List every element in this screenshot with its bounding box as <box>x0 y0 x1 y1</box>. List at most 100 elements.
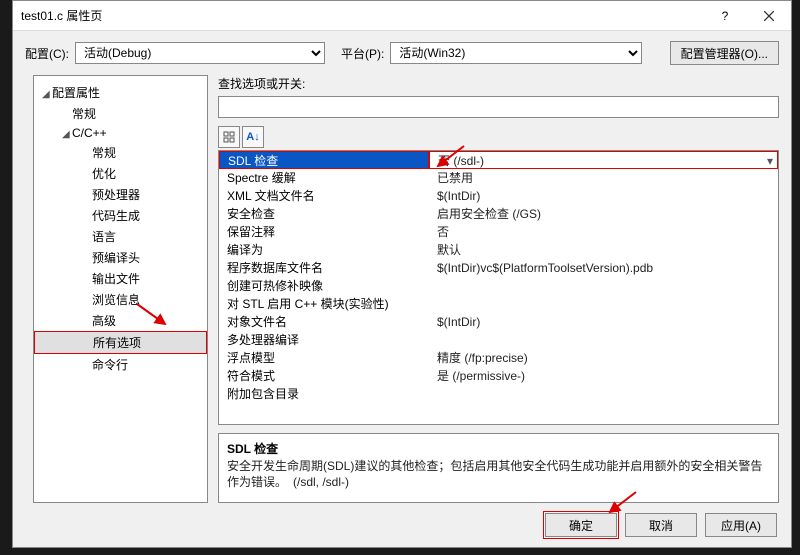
property-name: 程序数据库文件名 <box>219 259 429 277</box>
tree-node-label: 代码生成 <box>92 209 140 223</box>
platform-label: 平台(P): <box>341 45 384 62</box>
property-name: 多处理器编译 <box>219 331 429 349</box>
tree-node-label: 优化 <box>92 167 116 181</box>
property-value[interactable] <box>429 277 778 295</box>
property-name: 保留注释 <box>219 223 429 241</box>
tree-node-label: 所有选项 <box>93 336 141 350</box>
tree-node-label: 预处理器 <box>92 188 140 202</box>
property-row[interactable]: 对象文件名$(IntDir) <box>219 313 778 331</box>
tree-twisty-icon: ◢ <box>42 89 52 100</box>
tree-node[interactable]: 命令行 <box>34 354 207 375</box>
tree-node-label: 语言 <box>92 230 116 244</box>
tree-node[interactable]: 优化 <box>34 163 207 184</box>
property-row[interactable]: 安全检查启用安全检查 (/GS) <box>219 205 778 223</box>
property-row[interactable]: XML 文档文件名$(IntDir) <box>219 187 778 205</box>
description-panel: SDL 检查 安全开发生命周期(SDL)建议的其他检查；包括启用其他安全代码生成… <box>218 433 779 503</box>
tree-node[interactable]: 代码生成 <box>34 205 207 226</box>
property-name: 附加包含目录 <box>219 385 429 403</box>
property-name: 对 STL 启用 C++ 模块(实验性) <box>219 295 429 313</box>
property-row[interactable]: 编译为默认 <box>219 241 778 259</box>
property-row[interactable]: 程序数据库文件名$(IntDir)vc$(PlatformToolsetVers… <box>219 259 778 277</box>
property-value[interactable]: 是 (/permissive-) <box>429 367 778 385</box>
platform-select[interactable]: 活动(Win32) <box>390 42 642 64</box>
config-manager-button[interactable]: 配置管理器(O)... <box>670 41 779 65</box>
property-page-dialog: test01.c 属性页 ? 配置(C): 活动(Debug) 平台(P): 活… <box>12 0 792 548</box>
tree-node-label: 输出文件 <box>92 272 140 286</box>
tree-node[interactable]: 高级 <box>34 310 207 331</box>
property-value[interactable]: 否 (/sdl-) <box>429 151 778 169</box>
property-value[interactable]: 精度 (/fp:precise) <box>429 349 778 367</box>
categorized-view-button[interactable] <box>218 126 240 148</box>
property-value[interactable]: $(IntDir) <box>429 187 778 205</box>
config-select[interactable]: 活动(Debug) <box>75 42 325 64</box>
dialog-body: ◢配置属性常规◢C/C++常规优化预处理器代码生成语言预编译头输出文件浏览信息高… <box>13 75 791 503</box>
description-title: SDL 检查 <box>227 440 770 457</box>
property-row[interactable]: 对 STL 启用 C++ 模块(实验性) <box>219 295 778 313</box>
property-name: Spectre 缓解 <box>219 169 429 187</box>
config-toolbar: 配置(C): 活动(Debug) 平台(P): 活动(Win32) 配置管理器(… <box>13 31 791 75</box>
property-name: XML 文档文件名 <box>219 187 429 205</box>
help-button[interactable]: ? <box>703 1 747 31</box>
property-value[interactable]: 启用安全检查 (/GS) <box>429 205 778 223</box>
property-value[interactable]: 否 <box>429 223 778 241</box>
tree-node[interactable]: 浏览信息 <box>34 289 207 310</box>
tree-node[interactable]: 预编译头 <box>34 247 207 268</box>
categorized-icon <box>223 131 235 143</box>
property-row[interactable]: Spectre 缓解已禁用 <box>219 169 778 187</box>
property-value[interactable]: $(IntDir)vc$(PlatformToolsetVersion).pdb <box>429 259 778 277</box>
property-value[interactable]: 已禁用 <box>429 169 778 187</box>
ok-button[interactable]: 确定 <box>545 513 617 537</box>
cancel-button[interactable]: 取消 <box>625 513 697 537</box>
right-pane: 查找选项或开关: A↓ SDL 检查否 (/sdl-)Spectre 缓解已禁用… <box>218 75 779 503</box>
view-buttons: A↓ <box>218 126 779 148</box>
tree-node-label: 配置属性 <box>52 86 100 100</box>
property-row[interactable]: 保留注释否 <box>219 223 778 241</box>
tree-node-label: 命令行 <box>92 358 128 372</box>
property-name: 安全检查 <box>219 205 429 223</box>
tree-node[interactable]: 常规 <box>34 103 207 124</box>
property-grid: SDL 检查否 (/sdl-)Spectre 缓解已禁用XML 文档文件名$(I… <box>218 150 779 425</box>
tree-node[interactable]: ◢C/C++ <box>34 124 207 142</box>
tree-node-label: 预编译头 <box>92 251 140 265</box>
config-label: 配置(C): <box>25 45 69 62</box>
tree-node-label: 高级 <box>92 314 116 328</box>
tree-node[interactable]: 预处理器 <box>34 184 207 205</box>
alphabetical-view-button[interactable]: A↓ <box>242 126 264 148</box>
property-value[interactable]: $(IntDir) <box>429 313 778 331</box>
tree-node-label: 常规 <box>72 107 96 121</box>
property-row[interactable]: 附加包含目录 <box>219 385 778 403</box>
tree-node[interactable]: 常规 <box>34 142 207 163</box>
titlebar: test01.c 属性页 ? <box>13 1 791 31</box>
property-row[interactable]: 浮点模型精度 (/fp:precise) <box>219 349 778 367</box>
close-button[interactable] <box>747 1 791 31</box>
property-name: 创建可热修补映像 <box>219 277 429 295</box>
property-row[interactable]: 符合模式是 (/permissive-) <box>219 367 778 385</box>
property-value[interactable] <box>429 331 778 349</box>
tree-node[interactable]: ◢配置属性 <box>34 82 207 103</box>
property-value[interactable]: 默认 <box>429 241 778 259</box>
tree-node[interactable]: 输出文件 <box>34 268 207 289</box>
description-body: 安全开发生命周期(SDL)建议的其他检查；包括启用其他安全代码生成功能并启用额外… <box>227 459 770 490</box>
tree-node-label: C/C++ <box>72 126 107 140</box>
property-grid-scroll[interactable]: SDL 检查否 (/sdl-)Spectre 缓解已禁用XML 文档文件名$(I… <box>219 151 778 424</box>
search-label: 查找选项或开关: <box>218 75 305 92</box>
property-name: 浮点模型 <box>219 349 429 367</box>
tree-node-label: 浏览信息 <box>92 293 140 307</box>
dialog-footer: 确定 取消 应用(A) <box>13 503 791 547</box>
window-title: test01.c 属性页 <box>21 7 703 24</box>
tree-node[interactable]: 语言 <box>34 226 207 247</box>
tree-node[interactable]: 所有选项 <box>34 331 207 354</box>
property-row[interactable]: 多处理器编译 <box>219 331 778 349</box>
property-row[interactable]: SDL 检查否 (/sdl-) <box>219 151 778 169</box>
search-input[interactable] <box>218 96 779 118</box>
property-row[interactable]: 创建可热修补映像 <box>219 277 778 295</box>
tree-node-label: 常规 <box>92 146 116 160</box>
property-value[interactable] <box>429 295 778 313</box>
property-name: SDL 检查 <box>219 151 429 169</box>
apply-button[interactable]: 应用(A) <box>705 513 777 537</box>
nav-tree[interactable]: ◢配置属性常规◢C/C++常规优化预处理器代码生成语言预编译头输出文件浏览信息高… <box>33 75 208 503</box>
property-name: 对象文件名 <box>219 313 429 331</box>
property-value[interactable] <box>429 385 778 403</box>
property-name: 编译为 <box>219 241 429 259</box>
property-name: 符合模式 <box>219 367 429 385</box>
